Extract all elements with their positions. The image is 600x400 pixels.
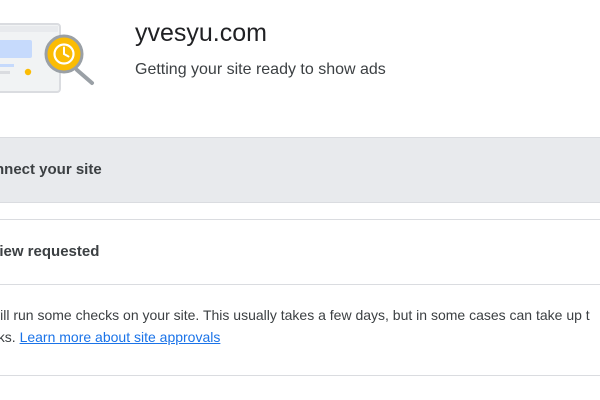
site-header: yvesyu.com Getting your site ready to sh… (0, 0, 600, 136)
step-review-requested[interactable]: view requested (0, 219, 600, 285)
adsense-site-setup-page: yvesyu.com Getting your site ready to sh… (0, 0, 600, 400)
site-status-subtitle: Getting your site ready to show ads (135, 61, 386, 78)
review-description-line1: will run some checks on your site. This … (0, 307, 590, 323)
review-description-prefix: eks. (0, 329, 16, 345)
site-review-illustration-icon (0, 10, 100, 100)
learn-more-site-approvals-link[interactable]: Learn more about site approvals (20, 329, 221, 345)
bottom-divider (0, 375, 600, 376)
site-domain-title: yvesyu.com (135, 19, 267, 47)
step-review-label: view requested (0, 243, 100, 260)
review-description-line2: eks. Learn more about site approvals (0, 327, 220, 347)
step-connect-label: nnect your site (0, 161, 102, 178)
step-connect-site[interactable]: nnect your site (0, 137, 600, 203)
